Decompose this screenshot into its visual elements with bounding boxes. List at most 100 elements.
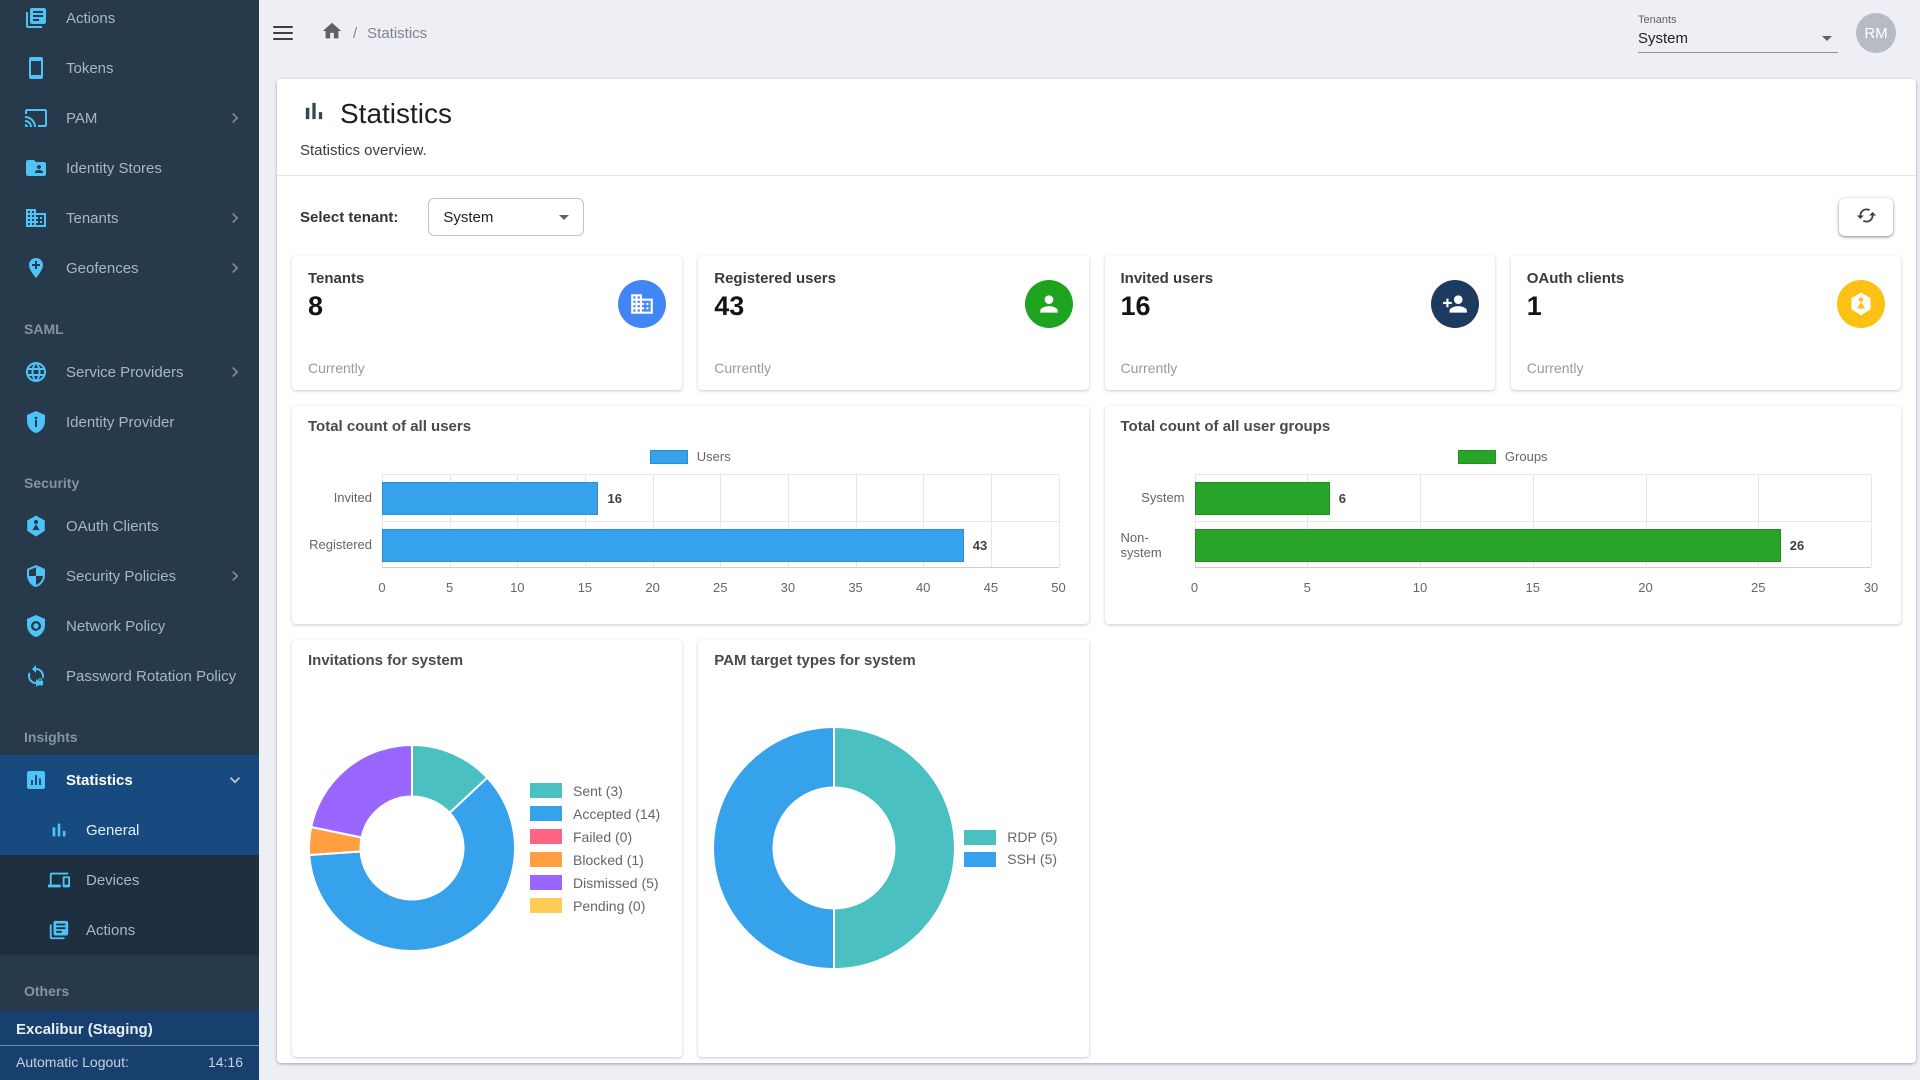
legend-item-ssh[interactable]: SSH (5) — [964, 848, 1057, 870]
sidebar-item-label: Tenants — [66, 210, 219, 227]
stat-card-title: Invited users — [1121, 270, 1479, 287]
stat-card-caption: Currently — [308, 360, 365, 376]
x-tick-label: 25 — [713, 580, 727, 595]
stat-card-tenants: Tenants8Currently — [292, 256, 682, 390]
bar-invited[interactable]: 16 — [382, 482, 1059, 515]
sidebar-item-network-policy[interactable]: Network Policy — [0, 601, 259, 651]
sidebar-item-statistics[interactable]: Statistics — [0, 755, 259, 805]
location-pin-icon — [24, 256, 48, 280]
chevron-down-icon — [225, 770, 245, 790]
sync-lock-icon — [24, 664, 48, 688]
sidebar-item-label: Network Policy — [66, 618, 245, 635]
shield-half-icon — [24, 564, 48, 588]
sidebar-item-label: Geofences — [66, 260, 219, 277]
chart-legend[interactable]: Groups — [1121, 449, 1886, 464]
select-tenant-value: System — [443, 209, 493, 226]
bar-fill — [1195, 482, 1330, 515]
legend-item-pending[interactable]: Pending (0) — [530, 894, 660, 917]
sidebar-item-actions[interactable]: Actions — [0, 905, 259, 955]
bar-value-label: 43 — [973, 538, 987, 553]
category-label: Registered — [308, 521, 382, 568]
globe-icon — [24, 360, 48, 384]
menu-toggle-icon[interactable] — [273, 26, 293, 40]
refresh-button[interactable] — [1839, 198, 1893, 236]
sidebar-item-password-rotation-policy[interactable]: Password Rotation Policy — [0, 651, 259, 701]
refresh-icon — [1856, 205, 1877, 226]
donut-chart[interactable] — [711, 725, 957, 971]
stat-card-value: 8 — [308, 291, 666, 322]
legend-item-blocked[interactable]: Blocked (1) — [530, 848, 660, 871]
legend-item-dismissed[interactable]: Dismissed (5) — [530, 871, 660, 894]
donut-segment-rdp[interactable] — [834, 727, 955, 969]
legend-item-failed[interactable]: Failed (0) — [530, 825, 660, 848]
legend-item-accepted[interactable]: Accepted (14) — [530, 802, 660, 825]
donut-chart[interactable] — [307, 743, 517, 953]
sidebar-item-tenants[interactable]: Tenants — [0, 193, 259, 243]
sidebar-item-actions[interactable]: Actions — [0, 0, 259, 43]
x-tick-label: 20 — [645, 580, 659, 595]
main-area: / Statistics Tenants System RM Statistic… — [259, 0, 1920, 1080]
bar-fill — [382, 529, 964, 562]
topbar: / Statistics Tenants System RM — [259, 0, 1920, 66]
donut-segment-ssh[interactable] — [713, 727, 834, 969]
bar-value-label: 16 — [607, 491, 621, 506]
select-tenant-dropdown[interactable]: System — [428, 198, 584, 236]
sidebar-section-header-security: Security — [0, 447, 259, 501]
legend-label: Sent (3) — [573, 783, 623, 799]
auto-logout-time: 14:16 — [208, 1054, 243, 1070]
x-tick-label: 0 — [378, 580, 385, 595]
category-axis: InvitedRegistered — [308, 474, 382, 568]
x-tick-label: 0 — [1191, 580, 1198, 595]
donut-segment-dismissed[interactable] — [311, 745, 412, 838]
bar-non-system[interactable]: 26 — [1195, 529, 1872, 562]
avatar[interactable]: RM — [1856, 13, 1896, 53]
sidebar-item-oauth-clients[interactable]: OAuth Clients — [0, 501, 259, 551]
legend-swatch — [530, 852, 562, 867]
breadcrumb-current: Statistics — [367, 25, 427, 42]
bar-registered[interactable]: 43 — [382, 529, 1059, 562]
legend-item-sent[interactable]: Sent (3) — [530, 779, 660, 802]
select-tenant-label: Select tenant: — [300, 209, 398, 226]
donut-chart-card: PAM target types for systemRDP (5)SSH (5… — [698, 640, 1088, 1057]
building-icon — [24, 206, 48, 230]
statistics-panel: Statistics Statistics overview. Select t… — [277, 79, 1916, 1063]
cast-icon — [24, 106, 48, 130]
legend-label: Accepted (14) — [573, 806, 660, 822]
sidebar-item-label: OAuth Clients — [66, 518, 245, 535]
stat-card-caption: Currently — [1527, 360, 1584, 376]
bar-system[interactable]: 6 — [1195, 482, 1872, 515]
home-icon — [321, 20, 343, 42]
tenant-select[interactable]: Tenants System — [1638, 14, 1838, 53]
sidebar-item-identity-provider[interactable]: Identity Provider — [0, 397, 259, 447]
bar-chart-icon — [300, 97, 328, 125]
category-axis: SystemNon-system — [1121, 474, 1195, 568]
chevron-right-icon — [225, 566, 245, 586]
sidebar-section-header-saml: SAML — [0, 293, 259, 347]
tenant-select-label: Tenants — [1638, 14, 1838, 26]
sidebar-item-label: Actions — [86, 922, 245, 939]
sidebar-item-security-policies[interactable]: Security Policies — [0, 551, 259, 601]
x-tick-label: 10 — [510, 580, 524, 595]
chart-title: Invitations for system — [308, 652, 666, 669]
page-title: Statistics — [340, 98, 452, 130]
sidebar-item-tokens[interactable]: Tokens — [0, 43, 259, 93]
library-books-icon — [48, 919, 70, 941]
donut-plot — [711, 725, 957, 976]
oauth-icon — [24, 514, 48, 538]
bar-value-label: 6 — [1339, 491, 1346, 506]
donut-plot — [307, 743, 517, 958]
stat-card-oauth-clients: OAuth clients1Currently — [1511, 256, 1901, 390]
x-tick-label: 50 — [1051, 580, 1065, 595]
chart-legend[interactable]: Users — [308, 449, 1073, 464]
sidebar-item-general[interactable]: General — [0, 805, 259, 855]
legend-item-rdp[interactable]: RDP (5) — [964, 826, 1057, 848]
sidebar-item-service-providers[interactable]: Service Providers — [0, 347, 259, 397]
legend-swatch — [650, 450, 688, 464]
brand-label: Excalibur (Staging) — [0, 1011, 259, 1045]
home-icon[interactable] — [321, 20, 343, 46]
chart-title: Total count of all users — [308, 418, 1073, 435]
sidebar-item-devices[interactable]: Devices — [0, 855, 259, 905]
sidebar-item-identity-stores[interactable]: Identity Stores — [0, 143, 259, 193]
sidebar-item-pam[interactable]: PAM — [0, 93, 259, 143]
sidebar-item-geofences[interactable]: Geofences — [0, 243, 259, 293]
